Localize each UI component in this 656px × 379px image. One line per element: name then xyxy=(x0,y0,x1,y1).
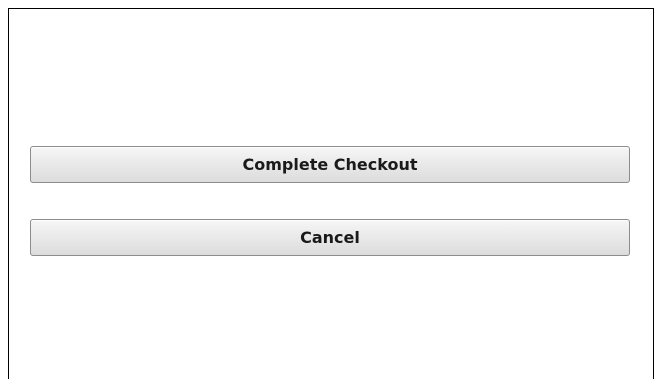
complete-checkout-button[interactable]: Complete Checkout xyxy=(30,146,630,183)
cancel-button[interactable]: Cancel xyxy=(30,219,630,256)
checkout-panel: Complete Checkout Cancel xyxy=(8,8,654,379)
